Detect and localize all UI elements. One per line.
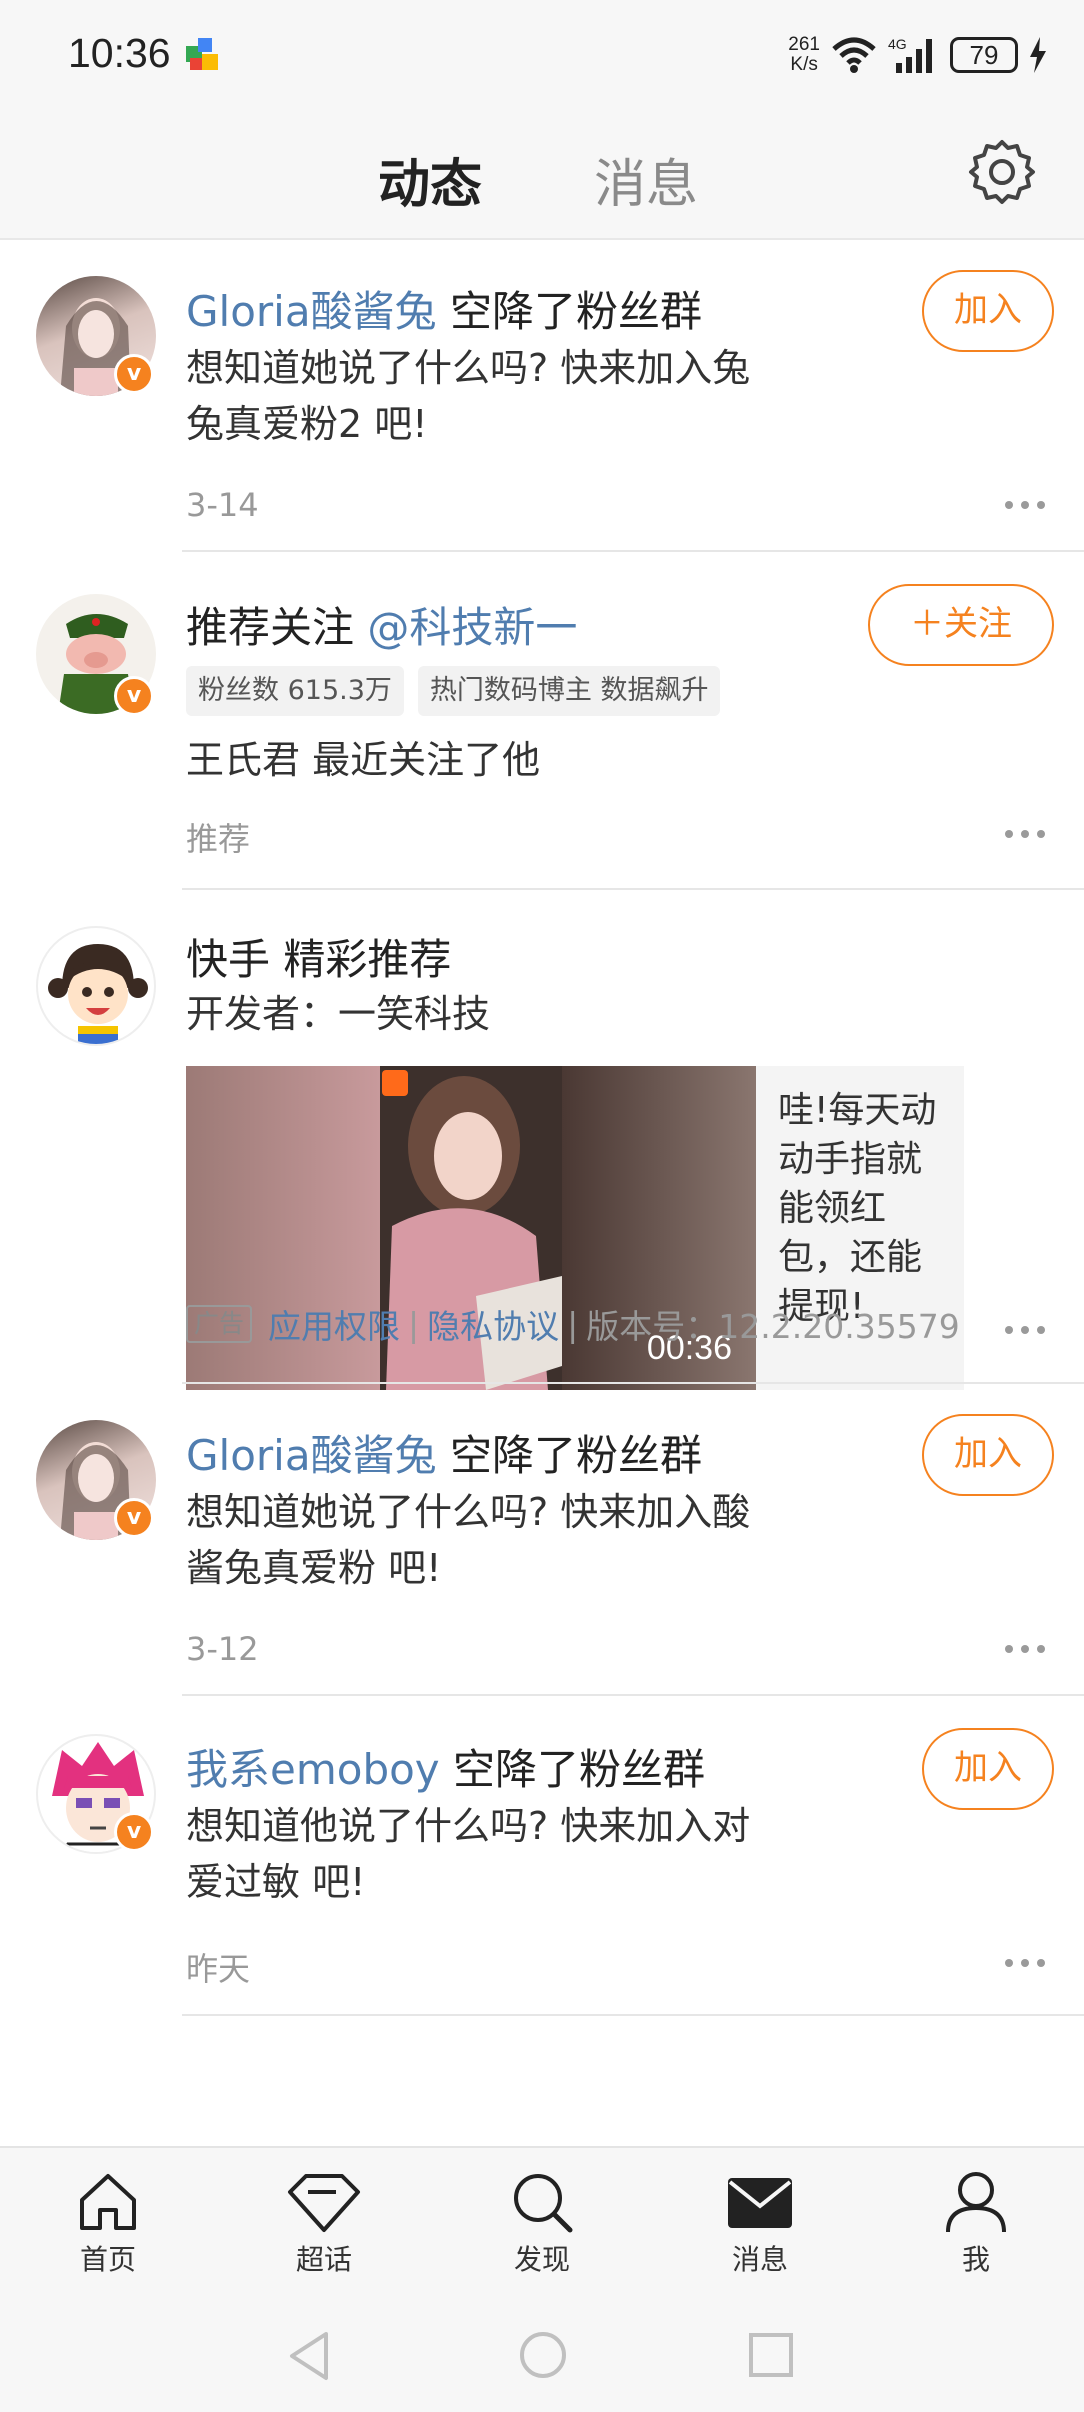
item-time: 3-14	[186, 486, 259, 524]
nav-home[interactable]: 首页	[48, 2170, 168, 2278]
join-button[interactable]: 加入	[922, 1414, 1054, 1496]
ad-developer: 开发者：一笑科技	[186, 992, 491, 1036]
feed-item-fan-group: v Gloria酸酱兔 空降了粉丝群 想知道她说了什么吗? 快来加入酸酱兔真爱粉…	[0, 1384, 1084, 1698]
user-name-link[interactable]: Gloria酸酱兔	[186, 287, 437, 336]
ad-footer: 广告 应用权限 | 隐私协议 | 版本号：12.2.20.35579	[186, 1300, 960, 1348]
more-options-icon[interactable]	[1005, 1326, 1045, 1336]
home-icon	[80, 2174, 136, 2230]
more-options-icon[interactable]	[1005, 501, 1045, 511]
item-time: 昨天	[186, 1950, 251, 1988]
user-name-link[interactable]: Gloria酸酱兔	[186, 1431, 437, 1480]
user-name-link[interactable]: 我系emoboy	[186, 1745, 440, 1794]
version-number: 版本号：12.2.20.35579	[586, 1307, 960, 1346]
tag-list: 粉丝数 615.3万 热门数码博主 数据飙升	[186, 666, 721, 716]
verified-badge-icon: v	[114, 676, 154, 716]
profile-icon	[946, 2172, 1006, 2233]
join-button[interactable]: 加入	[922, 270, 1054, 352]
item-text: 王氏君 最近关注了他	[186, 738, 541, 782]
privacy-policy-link[interactable]: 隐私协议	[427, 1300, 559, 1348]
mail-icon	[728, 2178, 792, 2228]
recommended-user-link[interactable]: @科技新一	[367, 603, 577, 652]
network-type: 4G	[888, 36, 907, 52]
more-options-icon[interactable]	[1005, 1645, 1045, 1655]
nav-profile[interactable]: 我	[916, 2170, 1036, 2278]
item-text: 想知道他说了什么吗? 快来加入对爱过敏 吧!	[186, 1804, 751, 1904]
net-speed: 261 K/s	[788, 34, 820, 75]
nav-messages[interactable]: 消息	[700, 2170, 820, 2278]
nav-discover[interactable]: 发现	[482, 2170, 602, 2278]
settings-gear-icon[interactable]	[968, 138, 1036, 206]
item-text: 想知道她说了什么吗? 快来加入酸酱兔真爱粉 吧!	[186, 1490, 751, 1590]
system-nav-bar	[0, 2298, 1084, 2412]
divider	[182, 2014, 1084, 2016]
divider	[182, 1694, 1084, 1696]
status-bar: 10:36 261 K/s 4G 79	[0, 0, 1084, 112]
tab-messages[interactable]: 消息	[594, 142, 698, 217]
status-time: 10:36	[68, 30, 171, 76]
advertiser-avatar[interactable]	[36, 926, 156, 1046]
tag-category: 热门数码博主 数据飙升	[417, 666, 721, 716]
ad-title[interactable]: 快手 精彩推荐	[186, 926, 451, 987]
feed-item-fan-group: v 我系emoboy 空降了粉丝群 想知道他说了什么吗? 快来加入对爱过敏 吧!…	[0, 1698, 1084, 2018]
feed-item-recommend: v 推荐关注 @科技新一 粉丝数 615.3万 热门数码博主 数据飙升 王氏君 …	[0, 552, 1084, 890]
app-notification-icon	[186, 38, 218, 70]
item-headline: Gloria酸酱兔 空降了粉丝群	[186, 287, 702, 336]
more-options-icon[interactable]	[1005, 830, 1045, 840]
verified-badge-icon: v	[114, 354, 154, 394]
verified-badge-icon: v	[114, 1812, 154, 1852]
recents-icon[interactable]	[748, 2332, 794, 2378]
app-permissions-link[interactable]: 应用权限	[268, 1300, 400, 1348]
diamond-icon	[288, 2174, 360, 2232]
search-icon	[514, 2174, 573, 2233]
status-icons: 261 K/s 4G 79	[788, 30, 1048, 80]
item-headline: 推荐关注 @科技新一	[186, 603, 578, 652]
item-time: 3-12	[186, 1630, 259, 1668]
bottom-nav: 首页 超话 发现 消息 我	[0, 2146, 1084, 2298]
back-icon[interactable]	[286, 2330, 332, 2382]
home-circle-icon[interactable]	[518, 2330, 568, 2380]
nav-supertopic[interactable]: 超话	[264, 2170, 384, 2278]
tag-followers: 粉丝数 615.3万	[186, 666, 404, 716]
tab-feed[interactable]: 动态	[375, 142, 485, 221]
item-text: 想知道她说了什么吗? 快来加入兔兔真爱粉2 吧!	[186, 346, 751, 446]
item-meta: 推荐	[186, 820, 251, 858]
follow-button[interactable]: ＋关注	[868, 584, 1054, 666]
signal-icon: 4G	[888, 36, 932, 73]
verified-badge-icon: v	[114, 1498, 154, 1538]
wifi-icon	[832, 37, 876, 73]
ad-label: 广告	[186, 1305, 253, 1343]
more-options-icon[interactable]	[1005, 1959, 1045, 1969]
avatar-cartoon-girl	[48, 944, 148, 1044]
battery-indicator: 79	[950, 37, 1018, 73]
item-headline: Gloria酸酱兔 空降了粉丝群	[186, 1431, 702, 1480]
top-tab-bar: 动态 消息	[0, 112, 1084, 240]
feed-item-fan-group: v Gloria酸酱兔 空降了粉丝群 想知道她说了什么吗? 快来加入兔兔真爱粉2…	[0, 240, 1084, 554]
join-button[interactable]: 加入	[922, 1728, 1054, 1810]
item-headline: 我系emoboy 空降了粉丝群	[186, 1745, 706, 1794]
charging-icon	[1030, 37, 1046, 73]
